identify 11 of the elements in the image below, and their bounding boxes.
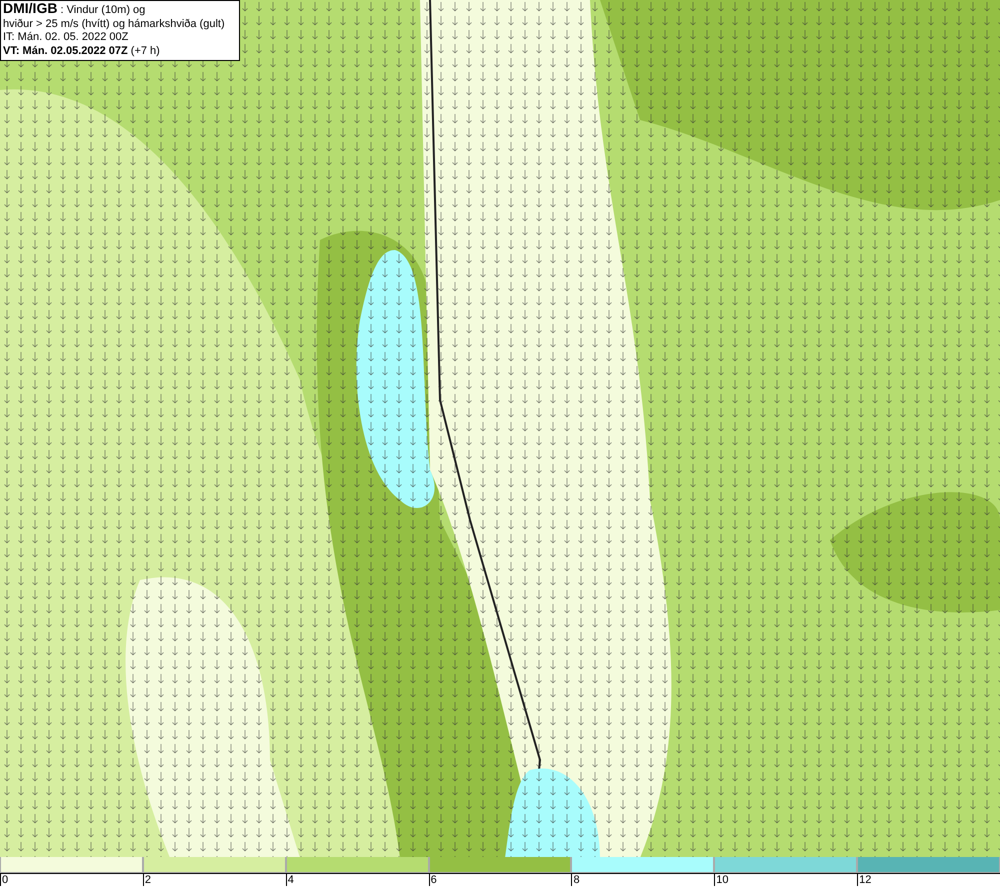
- legend-tick-label: 2: [142, 874, 151, 886]
- legend-tick-label: 10: [714, 874, 729, 886]
- title-line: IT: Mán. 02. 05. 2022 00Z: [3, 31, 128, 44]
- title-line: hviður > 25 m/s (hvítt) og hámarkshviða (gult): [3, 18, 225, 31]
- title-line: DMI/IGB : Vindur (10m) og: [3, 2, 146, 18]
- legend-tick-label: 4: [286, 874, 294, 886]
- legend-tick-label: 6: [428, 874, 437, 886]
- title-line: VT: Mán. 02.05.2022 07Z (+7 h): [3, 44, 160, 58]
- legend-tick-label: 8: [571, 874, 580, 886]
- legend-tick-label: 0: [0, 874, 8, 886]
- legend-tick-label: 12: [857, 874, 872, 886]
